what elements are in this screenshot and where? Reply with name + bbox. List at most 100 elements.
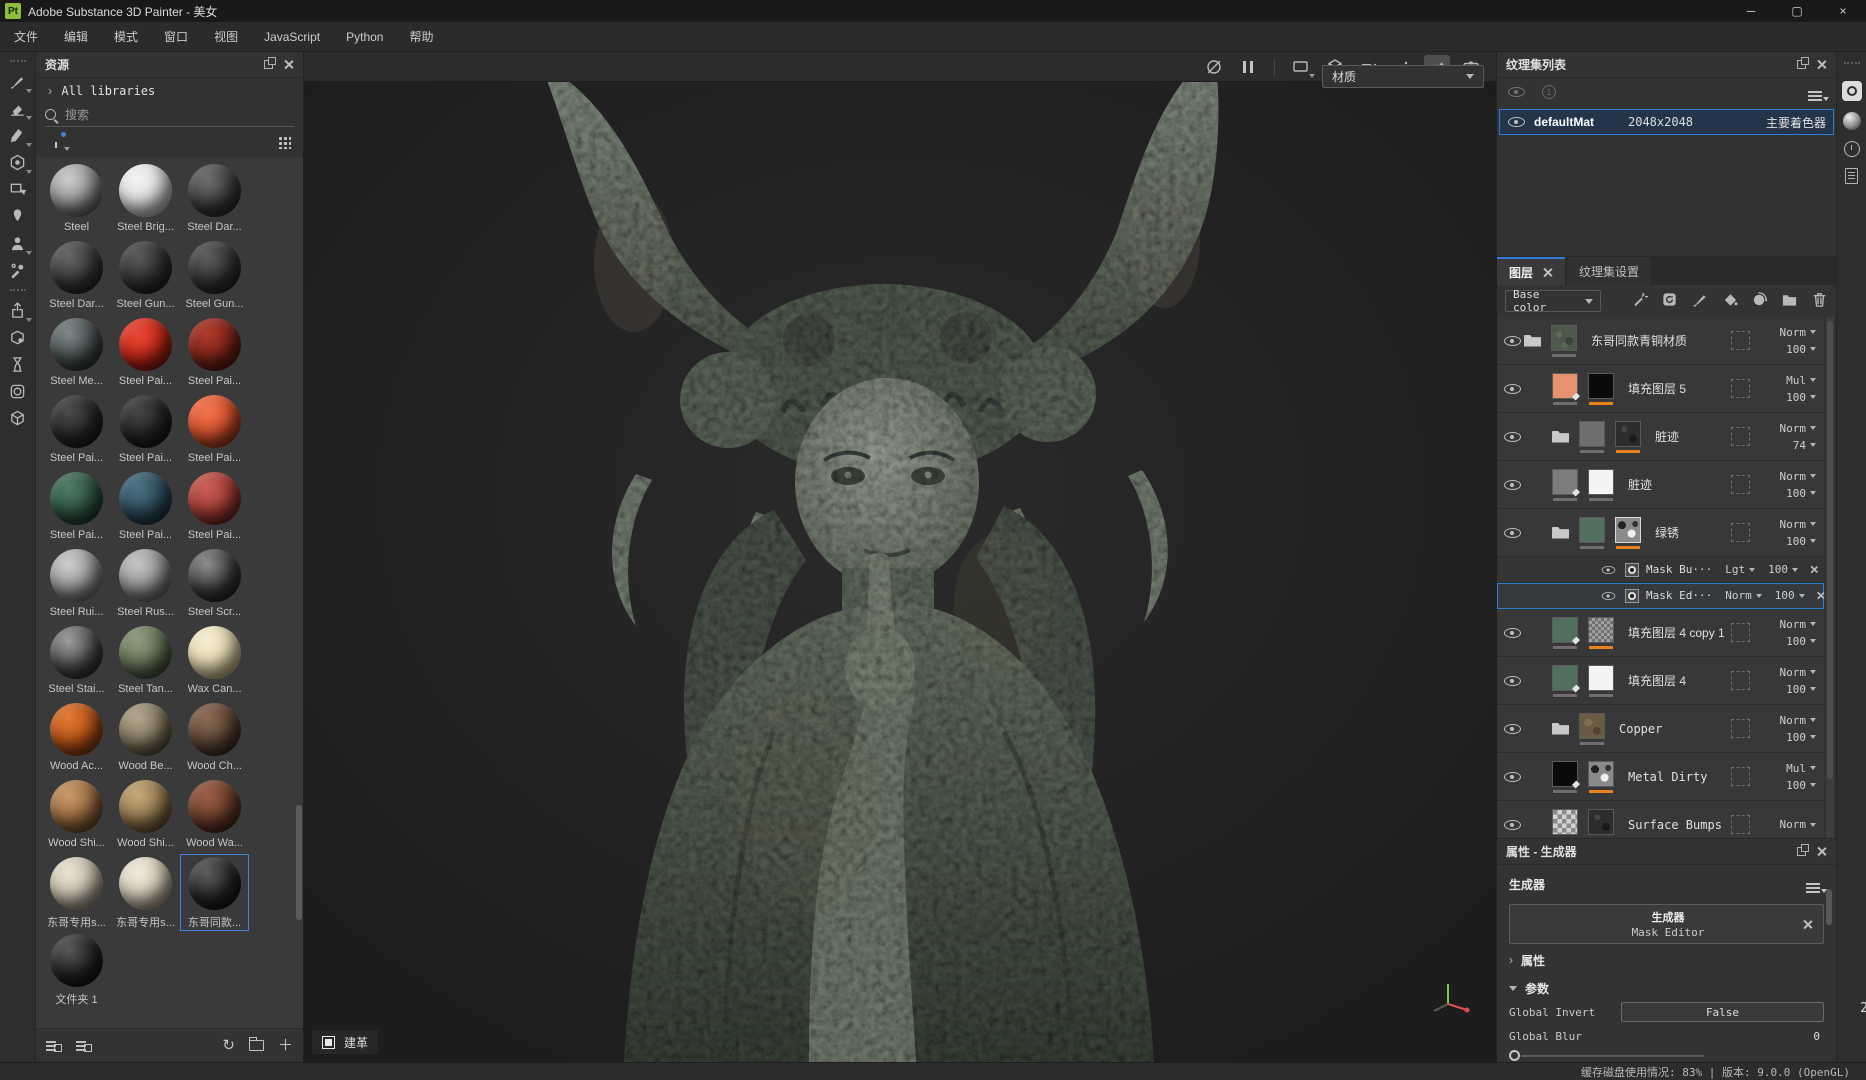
display-settings-icon[interactable] bbox=[3, 378, 33, 405]
material-item[interactable]: Wood Be... bbox=[111, 700, 180, 777]
filter-funnel-icon[interactable] bbox=[48, 135, 64, 149]
material-item[interactable]: 东哥专用s... bbox=[42, 854, 111, 931]
effect-visibility-icon[interactable] bbox=[1601, 563, 1616, 576]
all-libraries-row[interactable]: › All libraries bbox=[36, 78, 303, 103]
anchor-point-box[interactable] bbox=[1731, 815, 1750, 834]
anchor-point-box[interactable] bbox=[1731, 331, 1750, 350]
layer-visibility-icon[interactable] bbox=[1503, 381, 1522, 397]
single-set-filter-icon[interactable]: 1 bbox=[1542, 85, 1556, 99]
layer-row[interactable]: 脏迹 Norm 74 bbox=[1497, 413, 1824, 461]
material-item[interactable]: Steel Pai... bbox=[111, 392, 180, 469]
anchor-point-box[interactable] bbox=[1731, 719, 1750, 738]
opacity-dropdown[interactable]: 74 bbox=[1793, 439, 1816, 452]
material-item[interactable]: Wood Ac... bbox=[42, 700, 111, 777]
layer-row[interactable]: 绿锈 Norm 100 bbox=[1497, 509, 1824, 557]
effect-opacity-dropdown[interactable]: 100 bbox=[1768, 563, 1798, 576]
material-item[interactable]: Steel Brig... bbox=[111, 161, 180, 238]
parameters-section-row[interactable]: 参数 bbox=[1509, 976, 1824, 1000]
close-panel-icon[interactable] bbox=[283, 59, 294, 70]
menu-item[interactable]: 文件 bbox=[12, 26, 40, 47]
material-item[interactable]: Steel Me... bbox=[42, 315, 111, 392]
eraser-tool-icon[interactable] bbox=[3, 95, 33, 122]
layer-thumbnail[interactable] bbox=[1552, 665, 1578, 691]
anchor-point-box[interactable] bbox=[1731, 523, 1750, 542]
material-picker-tool-icon[interactable] bbox=[3, 257, 33, 284]
layer-visibility-icon[interactable] bbox=[1503, 333, 1522, 349]
layer-mask-thumbnail[interactable] bbox=[1615, 517, 1641, 543]
material-item[interactable]: Steel Tan... bbox=[111, 623, 180, 700]
delete-layer-trash-icon[interactable] bbox=[1811, 291, 1828, 311]
layer-visibility-icon[interactable] bbox=[1503, 769, 1522, 785]
layer-mask-thumbnail[interactable] bbox=[1588, 617, 1614, 643]
shader-settings-icon[interactable] bbox=[1843, 112, 1861, 130]
anchor-point-box[interactable] bbox=[1731, 427, 1750, 446]
mask-effect-row[interactable]: Mask Bu··· Lgt 100 bbox=[1497, 557, 1824, 583]
blend-mode-dropdown[interactable]: Norm bbox=[1780, 818, 1817, 831]
opacity-dropdown[interactable]: 100 bbox=[1786, 487, 1816, 500]
texture-set-visibility-icon[interactable] bbox=[1507, 114, 1526, 130]
effect-visibility-icon[interactable] bbox=[1601, 589, 1616, 602]
add-group-folder-icon[interactable] bbox=[1781, 291, 1798, 311]
material-item[interactable]: Steel Pai... bbox=[180, 315, 249, 392]
layer-thumbnail[interactable] bbox=[1552, 373, 1578, 399]
layer-mask-thumbnail[interactable] bbox=[1588, 761, 1614, 787]
layer-row[interactable]: 填充图层 4 Norm 100 bbox=[1497, 657, 1824, 705]
material-item[interactable]: Steel Gun... bbox=[180, 238, 249, 315]
hourglass-icon[interactable] bbox=[3, 351, 33, 378]
mask-effect-row-selected[interactable]: Mask Ed··· Norm 100 bbox=[1497, 583, 1824, 609]
clear-generator-icon[interactable] bbox=[1802, 919, 1813, 930]
material-item[interactable]: Steel Pai... bbox=[42, 392, 111, 469]
layer-thumbnail[interactable] bbox=[1579, 713, 1605, 739]
close-panel-icon[interactable] bbox=[1816, 846, 1827, 857]
add-smart-mask-icon[interactable] bbox=[1751, 291, 1768, 311]
effect-blend-dropdown[interactable]: Lgt bbox=[1725, 563, 1755, 576]
layer-thumbnail[interactable] bbox=[1552, 761, 1578, 787]
layers-scrollbar[interactable] bbox=[1826, 317, 1834, 838]
blend-mode-dropdown[interactable]: Norm bbox=[1780, 714, 1817, 727]
anchor-point-box[interactable] bbox=[1731, 475, 1750, 494]
material-item[interactable]: 文件夹 1 bbox=[42, 931, 111, 1008]
statue-3d-model[interactable] bbox=[304, 82, 1496, 1062]
toolbar-grip[interactable] bbox=[10, 60, 26, 63]
effect-opacity-dropdown[interactable]: 100 bbox=[1775, 589, 1805, 602]
history-icon[interactable] bbox=[1844, 141, 1860, 157]
material-item[interactable]: Steel bbox=[42, 161, 111, 238]
layer-mask-thumbnail[interactable] bbox=[1588, 809, 1614, 835]
stamp-person-tool-icon[interactable] bbox=[3, 230, 33, 257]
layer-row[interactable]: Copper Norm 100 bbox=[1497, 705, 1824, 753]
menu-item[interactable]: 模式 bbox=[112, 26, 140, 47]
layer-visibility-icon[interactable] bbox=[1503, 429, 1522, 445]
layer-visibility-icon[interactable] bbox=[1503, 625, 1522, 641]
menu-item[interactable]: Python bbox=[344, 28, 385, 46]
texture-set-row[interactable]: defaultMat 2048x2048 主要着色器 bbox=[1499, 109, 1834, 135]
material-item[interactable]: Steel Dar... bbox=[180, 161, 249, 238]
viewport-3d[interactable]: 材质 建革 bbox=[304, 52, 1496, 1062]
paint-brush-tool-icon[interactable] bbox=[3, 68, 33, 95]
close-button[interactable]: × bbox=[1820, 0, 1866, 22]
material-item[interactable]: Steel Pai... bbox=[180, 392, 249, 469]
shelf-box-icon[interactable] bbox=[3, 405, 33, 432]
assets-scrollbar[interactable] bbox=[296, 805, 302, 920]
material-item[interactable]: Steel Gun... bbox=[111, 238, 180, 315]
add-fill-layer-bucket-icon[interactable] bbox=[1721, 291, 1738, 311]
tab-texture-set-settings[interactable]: 纹理集设置 bbox=[1567, 257, 1651, 285]
polygon-fill-tool-icon[interactable] bbox=[3, 149, 33, 176]
anchor-point-box[interactable] bbox=[1731, 379, 1750, 398]
blend-mode-dropdown[interactable]: Norm bbox=[1780, 518, 1817, 531]
layer-row[interactable]: 脏迹 Norm 100 bbox=[1497, 461, 1824, 509]
asset-list-view-icon[interactable] bbox=[46, 1040, 62, 1052]
layer-row[interactable]: 填充图层 5 Mul 100 bbox=[1497, 365, 1824, 413]
search-input[interactable] bbox=[65, 108, 245, 122]
opacity-dropdown[interactable]: 100 bbox=[1786, 683, 1816, 696]
sort-options-icon[interactable] bbox=[1806, 883, 1820, 885]
material-item[interactable]: Steel Stai... bbox=[42, 623, 111, 700]
material-item[interactable]: Steel Rui... bbox=[42, 546, 111, 623]
view-mode-dropdown[interactable]: 材质 bbox=[1322, 65, 1484, 88]
layer-mask-thumbnail[interactable] bbox=[1615, 421, 1641, 447]
undock-panel-icon[interactable] bbox=[1797, 847, 1806, 856]
projection-tool-icon[interactable] bbox=[3, 122, 33, 149]
blend-mode-dropdown[interactable]: Norm bbox=[1780, 422, 1817, 435]
layer-mask-thumbnail[interactable] bbox=[1588, 469, 1614, 495]
grid-view-icon[interactable] bbox=[277, 135, 291, 149]
anchor-point-box[interactable] bbox=[1731, 767, 1750, 786]
